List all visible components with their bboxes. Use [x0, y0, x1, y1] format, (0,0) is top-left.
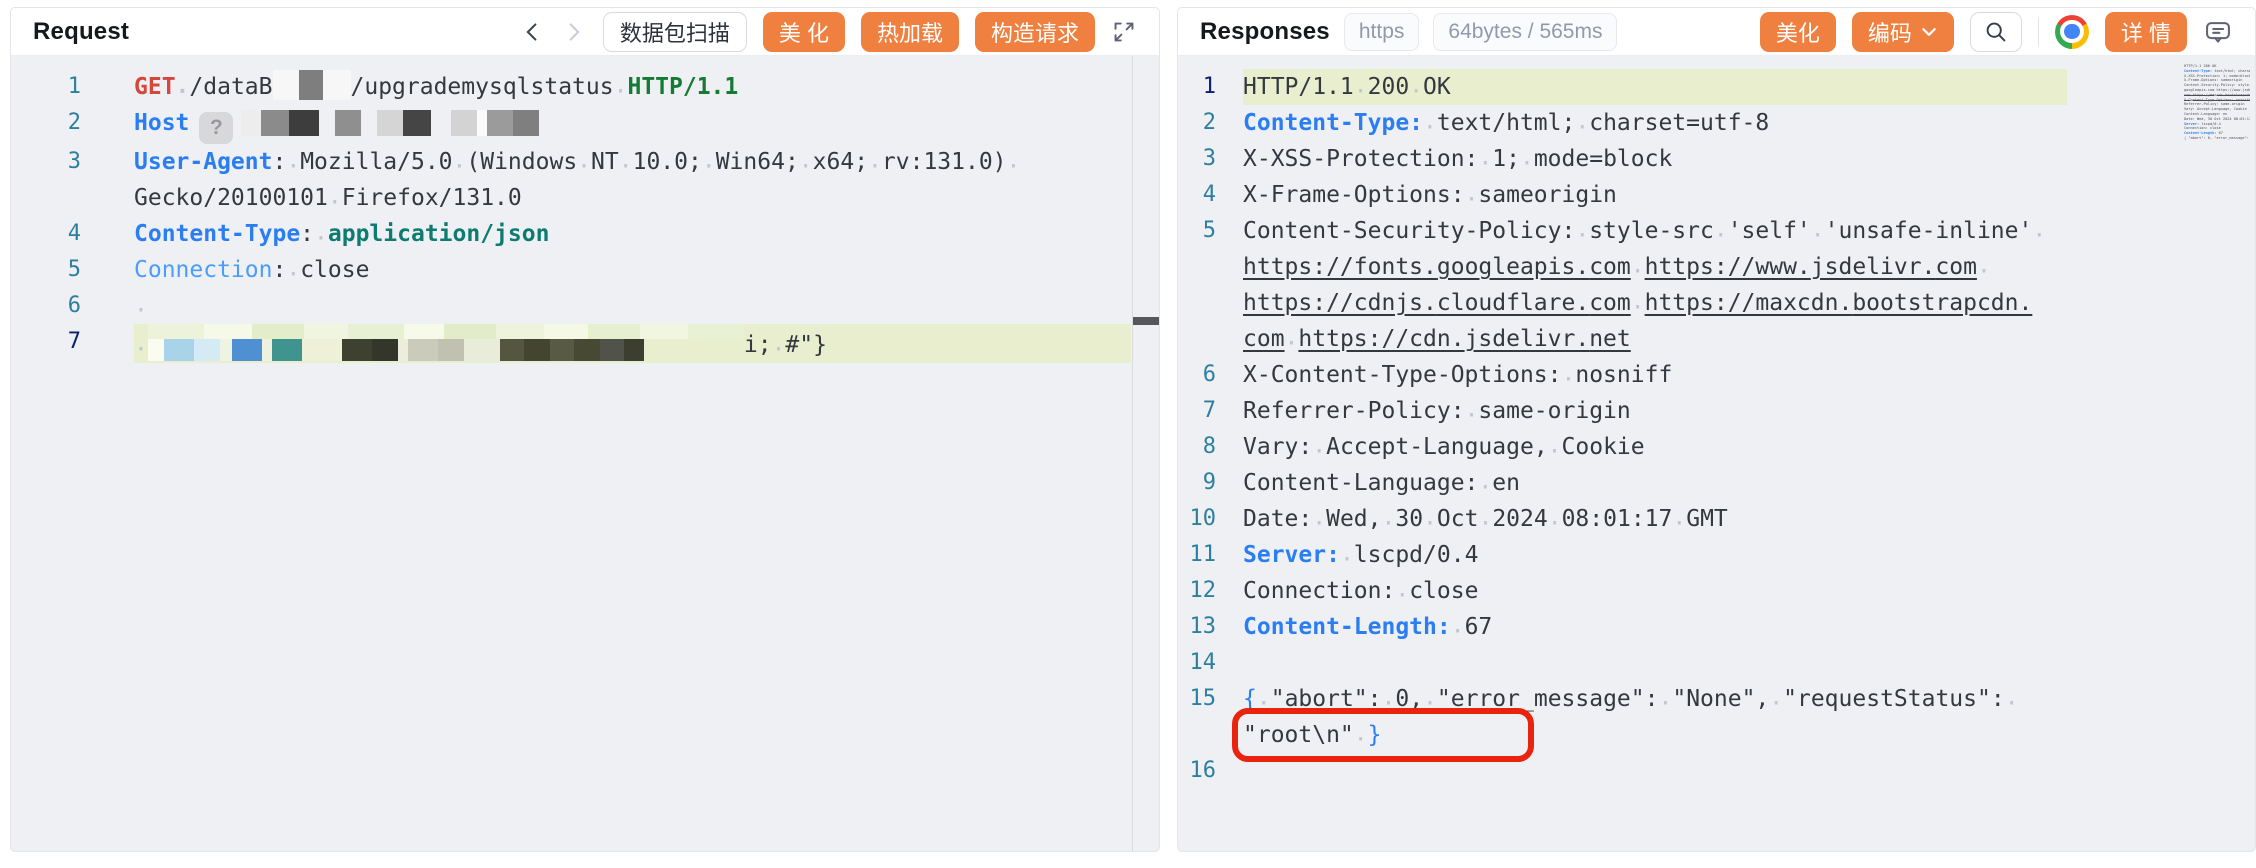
line-number: 15: [1178, 681, 1216, 753]
request-header: Request 数据包扫描 美 化 热加载 构造请求: [11, 8, 1159, 56]
line-number: 1: [1178, 69, 1216, 105]
detail-button[interactable]: 详 情: [2105, 12, 2187, 52]
line-number: 11: [1178, 537, 1216, 573]
line-number: 4: [11, 216, 81, 252]
code-line[interactable]: Server: lscpd/0.4: [1243, 537, 2067, 573]
host-hint-badge[interactable]: ?: [199, 112, 233, 144]
code-line[interactable]: Date: Wed, 30 Oct 2024 08:01:17 GMT: [1243, 501, 2067, 537]
line-number: 1: [11, 69, 81, 105]
code-line[interactable]: [1243, 645, 2067, 681]
line-number: 7: [1178, 393, 1216, 429]
line-number: 5: [1178, 213, 1216, 357]
code-line[interactable]: Content-Type: application/json: [134, 216, 1131, 252]
packet-scan-button[interactable]: 数据包扫描: [603, 12, 747, 52]
code-line[interactable]: X-Frame-Options: sameorigin: [1243, 177, 2067, 213]
code-line[interactable]: Content-Length: 67: [1243, 609, 2067, 645]
code-line[interactable]: Content-Type: text/html; charset=utf-8: [1243, 105, 2067, 141]
line-number: 14: [1178, 645, 1216, 681]
response-header: Responses https 64bytes / 565ms 美化 编码 详 …: [1178, 8, 2255, 56]
code-line[interactable]: Host?: [134, 105, 1131, 144]
chevron-right-icon: [563, 21, 585, 43]
line-number: 2: [1178, 105, 1216, 141]
response-panel: Responses https 64bytes / 565ms 美化 编码 详 …: [1177, 7, 2256, 852]
minimap-line: Content-Security-Policy: style-src 'self…: [2184, 83, 2250, 97]
minimap-line: { "abort": 0, "error_message": "None", "…: [2184, 136, 2250, 141]
encode-dropdown-button[interactable]: 编码: [1852, 12, 1954, 52]
beautify-response-button[interactable]: 美化: [1760, 12, 1836, 52]
line-number: 13: [1178, 609, 1216, 645]
code-line[interactable]: GET /dataB/upgrademysqlstatus HTTP/1.1: [134, 69, 1131, 105]
beautify-request-button[interactable]: 美 化: [763, 12, 845, 52]
line-number: 5: [11, 252, 81, 288]
prev-packet-button[interactable]: [519, 19, 545, 45]
line-number: 4: [1178, 177, 1216, 213]
code-line[interactable]: { "abort": 0, "error_message": "None", "…: [1243, 681, 2067, 753]
request-editor-scroll-divider: [1132, 56, 1133, 851]
toolbar-divider: [2038, 18, 2039, 46]
chevron-left-icon: [521, 21, 543, 43]
line-number: 10: [1178, 501, 1216, 537]
redacted-content: [273, 70, 351, 100]
line-number: 12: [1178, 573, 1216, 609]
chrome-browser-icon[interactable]: [2055, 15, 2089, 49]
size-duration-badge: 64bytes / 565ms: [1433, 13, 1617, 51]
request-panel-title: Request: [33, 18, 129, 46]
line-number: 3: [1178, 141, 1216, 177]
redacted-content: [241, 110, 539, 136]
fullscreen-icon[interactable]: [1111, 19, 1137, 45]
next-packet-button[interactable]: [561, 19, 587, 45]
request-panel: Request 数据包扫描 美 化 热加载 构造请求 1GET /dataB/: [10, 7, 1160, 852]
code-line[interactable]: X-XSS-Protection: 1; mode=block: [1243, 141, 2067, 177]
line-number: 7: [11, 324, 81, 363]
code-line[interactable]: Content-Language: en: [1243, 465, 2067, 501]
line-number: 8: [1178, 429, 1216, 465]
code-line[interactable]: i; #"}: [134, 324, 1131, 363]
chevron-down-icon: [1920, 23, 1938, 41]
build-request-button[interactable]: 构造请求: [975, 12, 1095, 52]
encode-label: 编码: [1868, 16, 1912, 48]
hot-reload-button[interactable]: 热加载: [861, 12, 959, 52]
redacted-content: [148, 324, 744, 361]
code-line[interactable]: HTTP/1.1 200 OK: [1243, 69, 2067, 105]
search-button[interactable]: [1970, 12, 2022, 52]
code-line[interactable]: [134, 288, 1131, 324]
code-line[interactable]: Vary: Accept-Language, Cookie: [1243, 429, 2067, 465]
overview-ruler-mark: [1133, 317, 1160, 325]
request-editor[interactable]: 1 GET /dataB/upgrademysqlstatus HTTP/1.1 2…: [11, 56, 1159, 851]
code-line[interactable]: Content-Security-Policy: style-src 'self…: [1243, 213, 2067, 357]
line-number: 2: [11, 105, 81, 144]
code-line[interactable]: X-Content-Type-Options: nosniff: [1243, 357, 2067, 393]
line-number: 16: [1178, 753, 1216, 789]
comment-icon[interactable]: [2203, 17, 2233, 47]
line-number: 3: [11, 144, 81, 216]
code-line[interactable]: Connection: close: [1243, 573, 2067, 609]
code-line[interactable]: Connection: close: [134, 252, 1131, 288]
response-panel-title: Responses: [1200, 18, 1330, 46]
response-editor[interactable]: 1 HTTP/1.1 200 OK 2 Content-Type: text/html…: [1178, 56, 2255, 851]
line-number: 9: [1178, 465, 1216, 501]
protocol-badge: https: [1344, 13, 1420, 51]
line-number: 6: [11, 288, 81, 324]
search-icon: [1984, 20, 2008, 44]
code-line[interactable]: [1243, 753, 2067, 789]
code-line[interactable]: User-Agent: Mozilla/5.0 (Windows NT 10.0…: [134, 144, 1131, 216]
code-line[interactable]: Referrer-Policy: same-origin: [1243, 393, 2067, 429]
minimap[interactable]: HTTP/1.1 200 OKContent-Type: text/html; …: [2184, 64, 2250, 192]
line-number: 6: [1178, 357, 1216, 393]
